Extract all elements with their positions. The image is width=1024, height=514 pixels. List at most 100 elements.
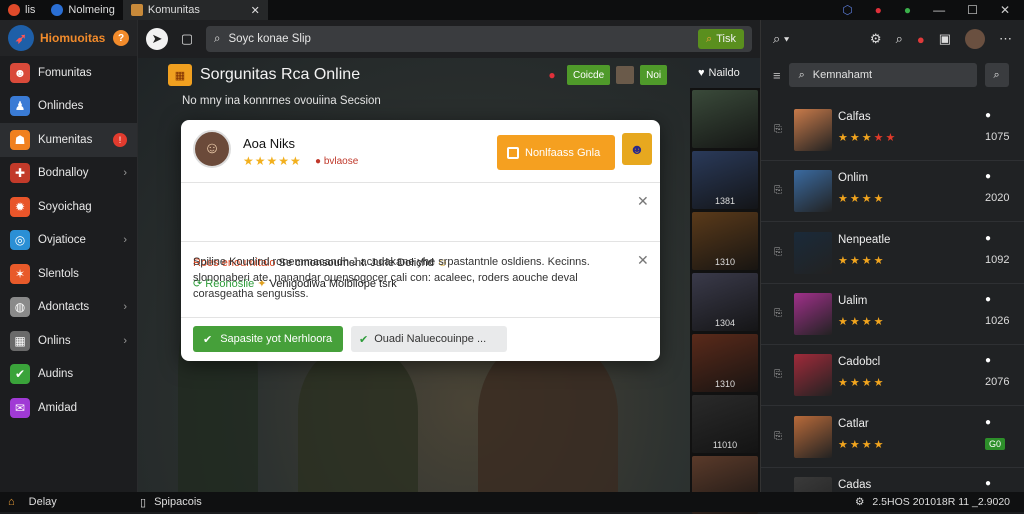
- mushroom-icon: ●: [543, 66, 561, 84]
- settings-icon[interactable]: ⚙: [855, 496, 864, 508]
- minimize-icon[interactable]: —: [933, 3, 945, 17]
- list-item[interactable]: ⎘Catlar★★★★●G0: [761, 407, 1024, 468]
- home-icon[interactable]: ⌂: [8, 496, 15, 508]
- more-dot-icon[interactable]: ●: [985, 478, 991, 489]
- search-button[interactable]: ⌕ Tisk: [698, 29, 744, 49]
- people-icon: ☻: [10, 63, 30, 83]
- link-icon[interactable]: ⎘: [774, 247, 782, 258]
- list-item[interactable]: ⎘Nenpeatle★★★★●1092: [761, 223, 1024, 284]
- link-icon[interactable]: ⎘: [774, 369, 782, 380]
- sidebar-item-label: Onlins: [38, 335, 71, 347]
- close-window-icon[interactable]: ✕: [1000, 3, 1010, 17]
- tab-lis[interactable]: lis: [0, 0, 43, 20]
- filter-search-button[interactable]: ⌕: [985, 63, 1009, 87]
- more-dot-icon[interactable]: ●: [985, 171, 991, 182]
- strip-thumbnail[interactable]: 1310: [692, 212, 758, 270]
- right-search-row: ≡ ⌕ Kemnahamt ⌕: [761, 58, 1024, 92]
- sync-icon[interactable]: ●: [904, 3, 911, 17]
- search-bar[interactable]: ⌕ Soyc konae Slip ⌕ Tisk: [206, 26, 752, 52]
- close-icon[interactable]: ✕: [637, 193, 649, 210]
- sidebar-item-4[interactable]: ✹Soyoichag: [0, 190, 137, 224]
- secondary-button-label: Ouadi Naluecouinpe ...: [374, 333, 486, 345]
- search-icon[interactable]: ⌕ ▾: [773, 31, 789, 47]
- list-item[interactable]: ⎘Cadobcl★★★★●2076: [761, 345, 1024, 406]
- record-icon[interactable]: ●: [875, 3, 882, 17]
- settings-icon[interactable]: ⚙: [870, 31, 882, 47]
- list-item[interactable]: ⎘Ualim★★★★●1026: [761, 284, 1024, 345]
- header-button-coicde[interactable]: Coicde: [567, 65, 610, 85]
- list-item[interactable]: ⎘Calfas★★★★★●1075: [761, 100, 1024, 161]
- list-item[interactable]: ⎘Cadas●: [761, 468, 1024, 492]
- thumbnail-caption: 1381: [715, 196, 735, 206]
- puzzle-icon[interactable]: ⬡: [842, 3, 852, 17]
- window-controls: ⬡ ● ● — ☐ ✕: [842, 3, 1024, 17]
- strip-thumbnail[interactable]: 1304: [692, 273, 758, 331]
- sidebar-item-1[interactable]: ♟Onlindes: [0, 90, 137, 124]
- sidebar-item-6[interactable]: ✶Slentols: [0, 257, 137, 291]
- menu-icon[interactable]: ≡: [773, 68, 781, 83]
- sidebar-item-10[interactable]: ✉Amidad: [0, 391, 137, 425]
- strip-thumbnail[interactable]: 11010: [692, 395, 758, 453]
- sidebar-item-9[interactable]: ✔Audins: [0, 358, 137, 392]
- navigation-icon[interactable]: ➤: [146, 28, 168, 50]
- header-button-noi[interactable]: Noi: [640, 65, 667, 85]
- avatar-icon: [616, 66, 634, 84]
- right-search-input[interactable]: ⌕ Kemnahamt: [789, 63, 977, 87]
- tab-komunitas[interactable]: Komunitas ✕: [123, 0, 268, 20]
- link-icon[interactable]: ⎘: [774, 185, 782, 196]
- sidebar-item-7[interactable]: ◍Adontacts›: [0, 291, 137, 325]
- sidebar-item-label: Amidad: [38, 402, 77, 414]
- more-dot-icon[interactable]: ●: [985, 417, 991, 428]
- sidebar-item-2[interactable]: ☗Kumenitas!: [0, 123, 137, 157]
- sidebar-item-8[interactable]: ▦Onlins›: [0, 324, 137, 358]
- search-input[interactable]: Soyc konae Slip: [228, 33, 310, 45]
- close-icon[interactable]: ✕: [637, 252, 649, 269]
- item-stars: ★★★★: [838, 439, 885, 451]
- primary-action-button[interactable]: Nonlfaass Gnla: [497, 135, 615, 170]
- square-icon[interactable]: ▢: [176, 28, 198, 50]
- close-tab-icon[interactable]: ✕: [251, 4, 260, 17]
- list-item[interactable]: ⎘Onlim★★★★●2020: [761, 161, 1024, 222]
- link-icon[interactable]: ⎘: [774, 308, 782, 319]
- tab-nolmeing[interactable]: Nolmeing: [43, 0, 122, 20]
- chat-icon[interactable]: ⌕: [896, 31, 903, 47]
- game-thumbnail[interactable]: ☻: [622, 133, 652, 165]
- alert-badge: !: [113, 133, 127, 147]
- strip-thumbnail[interactable]: 1310: [692, 334, 758, 392]
- brand[interactable]: ➶ Hiomuoitas ?: [0, 20, 137, 56]
- sidebar-item-label: Ovjatioce: [38, 234, 86, 246]
- accept-button[interactable]: ✔ Sapasite yot Nerhloora: [193, 326, 343, 352]
- sidebar-item-5[interactable]: ◎Ovjatioce›: [0, 224, 137, 258]
- item-name: Cadas: [838, 479, 871, 491]
- calendar-icon[interactable]: ▣: [939, 31, 951, 47]
- chevron-right-icon[interactable]: ›: [123, 301, 127, 313]
- maximize-icon[interactable]: ☐: [967, 3, 978, 17]
- more-icon[interactable]: ⋯: [999, 31, 1012, 47]
- chevron-right-icon[interactable]: ›: [123, 167, 127, 179]
- more-dot-icon[interactable]: ●: [985, 233, 991, 244]
- strip-thumbnail[interactable]: [692, 90, 758, 148]
- strip-thumbnail[interactable]: 1381: [692, 151, 758, 209]
- mailbox-header[interactable]: ♥ Naildo: [690, 58, 760, 88]
- more-dot-icon[interactable]: ●: [985, 294, 991, 305]
- more-dot-icon[interactable]: ●: [985, 110, 991, 121]
- help-badge[interactable]: ?: [113, 30, 129, 46]
- chevron-right-icon[interactable]: ›: [123, 234, 127, 246]
- mailbox-label: Naildo: [709, 67, 740, 79]
- contacts-icon: ◍: [10, 297, 30, 317]
- link-icon[interactable]: ⎘: [774, 431, 782, 442]
- right-toolbar: ⌕ ▾ ⚙ ⌕ ● ▣ ⋯: [761, 20, 1024, 58]
- notification-icon[interactable]: ●: [917, 32, 925, 47]
- document-icon[interactable]: ▯: [140, 496, 146, 509]
- background-figure: [298, 348, 418, 492]
- sidebar-item-0[interactable]: ☻Fomunitas: [0, 56, 137, 90]
- sidebar-item-3[interactable]: ✚Bodnalloy›: [0, 157, 137, 191]
- secondary-button[interactable]: ✔ Ouadi Naluecouinpe ...: [351, 326, 507, 352]
- user-avatar[interactable]: [965, 29, 985, 49]
- link-icon[interactable]: ⎘: [774, 124, 782, 135]
- chevron-right-icon[interactable]: ›: [123, 335, 127, 347]
- avatar[interactable]: ☺: [193, 130, 231, 168]
- rating-stars: ★★★★★: [243, 154, 302, 168]
- title-bar: lis Nolmeing Komunitas ✕ ⬡ ● ● — ☐ ✕: [0, 0, 1024, 20]
- more-dot-icon[interactable]: ●: [985, 355, 991, 366]
